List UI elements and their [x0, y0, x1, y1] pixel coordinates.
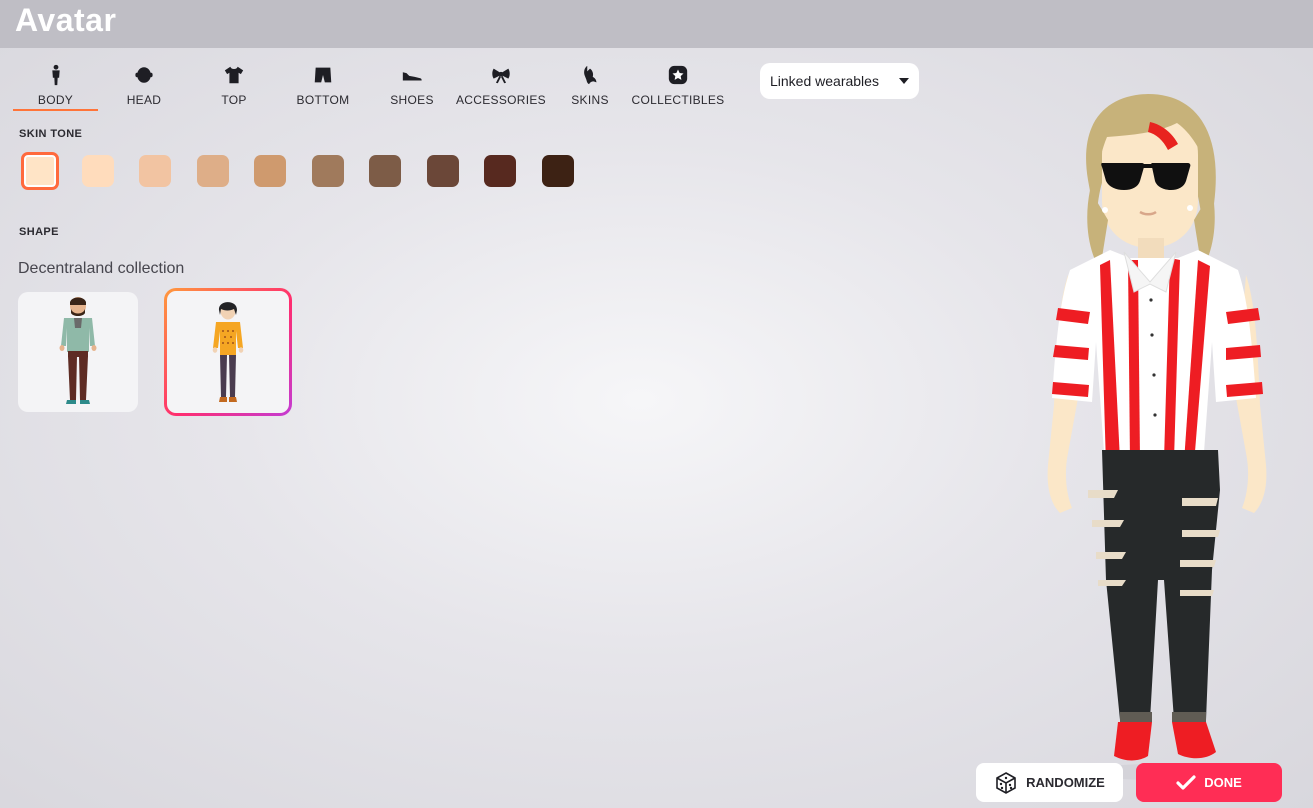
skin-icon [578, 63, 602, 87]
tab-bottom[interactable]: BOTTOM [293, 63, 353, 109]
shirt-icon [222, 63, 246, 87]
card-inner [167, 291, 289, 413]
dice-icon [996, 771, 1016, 794]
male-body-shape-card[interactable] [18, 292, 138, 412]
tab-body[interactable]: BODY [13, 63, 98, 111]
skin-tone-swatch[interactable] [542, 155, 574, 187]
tab-label: BOTTOM [296, 93, 350, 107]
caret-down-icon [899, 78, 909, 84]
tab-shoes[interactable]: SHOES [382, 63, 442, 109]
skin-tone-swatch[interactable] [139, 155, 171, 187]
tab-label: BODY [37, 93, 74, 107]
done-button[interactable]: DONE [1136, 763, 1282, 802]
tab-label: SKINS [571, 93, 609, 107]
shorts-icon [311, 63, 335, 87]
tab-collectibles[interactable]: COLLECTIBLES [631, 63, 725, 109]
shape-label: SHAPE [19, 226, 59, 238]
tab-label: ACCESSORIES [456, 93, 546, 107]
skin-tone-swatch[interactable] [82, 155, 114, 187]
skin-tone-label: SKIN TONE [19, 128, 83, 140]
tab-skins[interactable]: SKINS [560, 63, 620, 109]
randomize-button[interactable]: RANDOMIZE [976, 763, 1123, 802]
checkmark-icon [1176, 774, 1196, 790]
skin-tone-swatch[interactable] [21, 152, 59, 190]
skin-tone-swatch[interactable] [484, 155, 516, 187]
tab-top[interactable]: TOP [204, 63, 264, 109]
tab-head[interactable]: HEAD [114, 63, 174, 109]
tab-label: SHOES [390, 93, 434, 107]
shoe-icon [400, 63, 424, 87]
skin-tone-swatch[interactable] [427, 155, 459, 187]
randomize-label: RANDOMIZE [1026, 775, 1105, 790]
avatar-preview[interactable] [1000, 60, 1313, 780]
female-avatar-thumbnail [212, 302, 244, 402]
page-title: Avatar [15, 2, 117, 38]
body-icon [44, 63, 68, 87]
linked-wearables-dropdown[interactable]: Linked wearables [760, 63, 919, 99]
tab-label: COLLECTIBLES [631, 93, 725, 107]
skin-tone-swatch[interactable] [369, 155, 401, 187]
tab-label: HEAD [126, 93, 162, 107]
skin-tone-swatch[interactable] [312, 155, 344, 187]
dropdown-selected-value: Linked wearables [770, 73, 879, 89]
done-label: DONE [1204, 775, 1242, 790]
top-bar: Avatar [0, 0, 1313, 48]
male-avatar-thumbnail [59, 297, 97, 404]
skin-tone-swatch[interactable] [254, 155, 286, 187]
tab-accessories[interactable]: ACCESSORIES [456, 63, 546, 109]
tab-label: TOP [221, 93, 247, 107]
collection-title: Decentraland collection [18, 260, 185, 277]
skin-tone-swatch[interactable] [197, 155, 229, 187]
female-body-shape-card[interactable] [164, 288, 292, 416]
star-badge-icon [666, 63, 690, 87]
bow-icon [489, 63, 513, 87]
head-icon [132, 63, 156, 87]
